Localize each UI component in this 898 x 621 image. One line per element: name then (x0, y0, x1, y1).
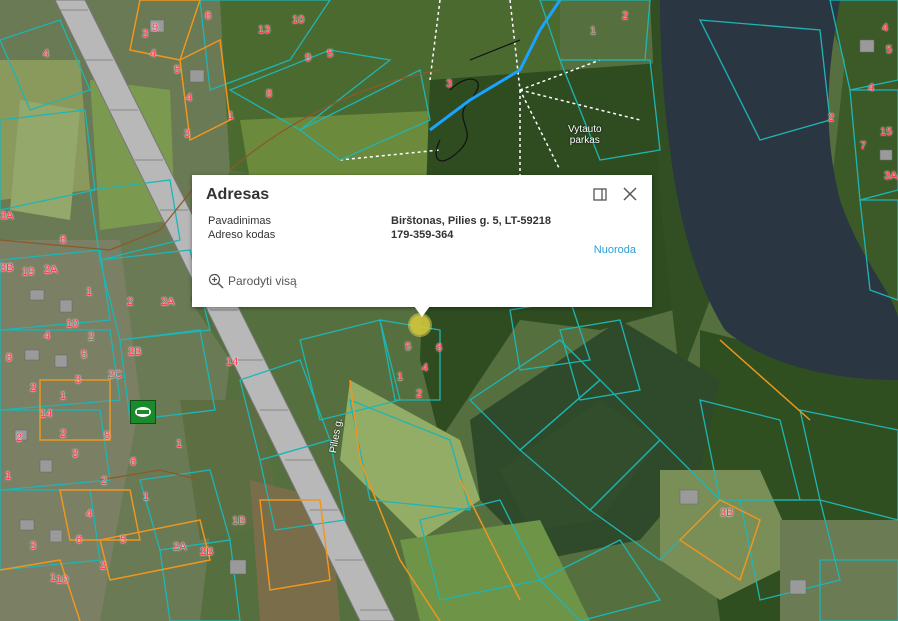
address-popup: Adresas Pavadinimas Birštonas, Pilies g.… (192, 175, 652, 317)
poi-icon[interactable] (130, 400, 156, 424)
park-label: Vytauto parkas (568, 124, 602, 146)
zoom-to-label: Parodyti visą (228, 274, 297, 288)
popup-title: Adresas (206, 186, 270, 203)
attribute-value: 179-359-364 (391, 229, 454, 241)
zoom-in-icon (208, 273, 224, 289)
zoom-to-button[interactable]: Parodyti visą (208, 273, 297, 289)
popup-pointer (414, 306, 430, 317)
attribute-value: Birštonas, Pilies g. 5, LT-59218 (391, 215, 551, 227)
location-marker[interactable] (410, 315, 430, 335)
close-icon (623, 187, 637, 201)
aerial-imagery (0, 0, 898, 621)
map-view[interactable]: 4 10 5 9 8 6 13 19 3A 6 2 2A 2B 2C 14 1 … (0, 0, 898, 621)
park-label-line: Vytauto (568, 124, 602, 135)
close-button[interactable] (622, 186, 638, 202)
park-label-line: parkas (569, 135, 600, 146)
link-button[interactable]: Nuoroda (594, 244, 636, 256)
poi-symbol-icon (135, 407, 151, 417)
attribute-label: Adreso kodas (208, 229, 276, 241)
maximize-icon (593, 188, 607, 201)
maximize-button[interactable] (592, 187, 608, 203)
attribute-label: Pavadinimas (208, 215, 271, 227)
